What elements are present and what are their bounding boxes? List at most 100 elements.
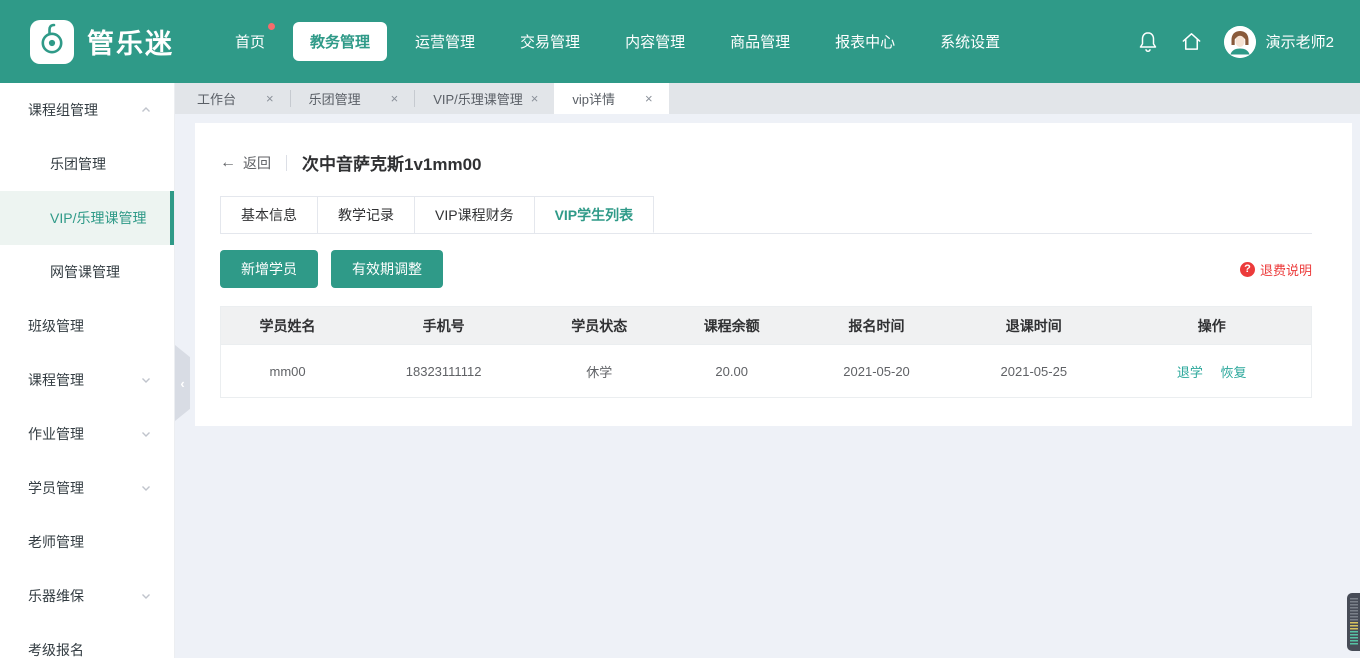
close-icon[interactable]: × (391, 91, 399, 106)
sidebar-item-label: 乐团管理 (50, 154, 106, 174)
back-label: 返回 (243, 153, 271, 173)
table-row: mm00 18323111112 休学 20.00 2021-05-20 202… (221, 345, 1312, 398)
top-header: 管乐迷 首页 教务管理 运营管理 交易管理 内容管理 商品管理 报表中心 系统设… (0, 0, 1360, 83)
cell-actions: 退学 恢复 (1112, 345, 1311, 398)
striptab-vip-detail[interactable]: vip详情 × (554, 83, 668, 114)
table-header-row: 学员姓名 手机号 学员状态 课程余额 报名时间 退课时间 操作 (221, 307, 1312, 345)
nav-item-label: 内容管理 (625, 34, 685, 51)
col-phone: 手机号 (354, 307, 533, 345)
withdraw-link[interactable]: 退学 (1177, 365, 1203, 380)
sidebar-item-orchestra-mgmt[interactable]: 乐团管理 (0, 137, 174, 191)
refund-note-label: 退费说明 (1260, 260, 1312, 279)
chevron-down-icon (140, 590, 152, 602)
user-avatar[interactable] (1224, 26, 1256, 58)
tab-vip-student-list[interactable]: VIP学生列表 (535, 196, 655, 233)
debug-stripes-gray (1350, 598, 1358, 622)
sidebar-item-label: 课程管理 (28, 370, 84, 390)
close-icon[interactable]: × (266, 91, 274, 106)
restore-link[interactable]: 恢复 (1221, 365, 1247, 380)
opened-tabs-strip: 工作台 × 乐团管理 × VIP/乐理课管理 × vip详情 × (175, 83, 1360, 114)
chevron-down-icon (140, 482, 152, 494)
nav-item-transactions[interactable]: 交易管理 (503, 22, 597, 61)
nav-item-products[interactable]: 商品管理 (713, 22, 807, 61)
nav-item-operations[interactable]: 运营管理 (398, 22, 492, 61)
home-icon[interactable] (1180, 30, 1203, 53)
debug-stripes-teal (1350, 631, 1358, 646)
tab-label: 教学记录 (338, 207, 394, 223)
nav-item-label: 运营管理 (415, 34, 475, 51)
debug-console-widget[interactable] (1347, 593, 1360, 651)
col-balance: 课程余额 (665, 307, 797, 345)
sidebar-item-course-group-mgmt[interactable]: 课程组管理 (0, 83, 174, 137)
cell-status: 休学 (533, 345, 665, 398)
back-arrow-icon: ← (220, 155, 236, 171)
sidebar-item-vip-theory-mgmt[interactable]: VIP/乐理课管理 (0, 191, 174, 245)
question-icon: ? (1240, 262, 1255, 277)
username[interactable]: 演示老师2 (1266, 31, 1334, 52)
nav-item-label: 商品管理 (730, 34, 790, 51)
tab-label: VIP课程财务 (435, 207, 514, 223)
cell-phone: 18323111112 (354, 345, 533, 398)
brand-name: 管乐迷 (87, 22, 174, 61)
striptab-vip-theory-mgmt[interactable]: VIP/乐理课管理 × (415, 83, 554, 114)
nav-item-content[interactable]: 内容管理 (608, 22, 702, 61)
instrument-logo-icon (37, 22, 67, 61)
collapse-chevron-icon: ‹ (180, 376, 184, 391)
refund-note-link[interactable]: ? 退费说明 (1240, 260, 1312, 279)
close-icon[interactable]: × (645, 91, 653, 106)
col-quit-date: 退课时间 (955, 307, 1112, 345)
sidebar-item-label: 作业管理 (28, 424, 84, 444)
nav-item-academic[interactable]: 教务管理 (293, 22, 387, 61)
adjust-validity-button[interactable]: 有效期调整 (331, 250, 443, 288)
nav-item-label: 系统设置 (940, 34, 1000, 51)
toolbar: 新增学员 有效期调整 ? 退费说明 (220, 250, 1312, 288)
sidebar-item-label: 乐器维保 (28, 586, 84, 606)
sidebar-item-label: VIP/乐理课管理 (50, 208, 146, 228)
title-divider (286, 155, 287, 171)
nav-item-settings[interactable]: 系统设置 (923, 22, 1017, 61)
tab-basic-info[interactable]: 基本信息 (220, 196, 318, 233)
striptab-orchestra-mgmt[interactable]: 乐团管理 × (291, 83, 415, 114)
page-title: 次中音萨克斯1v1mm00 (302, 150, 482, 175)
nav-item-reports[interactable]: 报表中心 (818, 22, 912, 61)
nav-item-home[interactable]: 首页 (218, 22, 282, 61)
col-actions: 操作 (1112, 307, 1311, 345)
back-button[interactable]: ← 返回 (220, 153, 271, 173)
sidebar-item-course-mgmt[interactable]: 课程管理 (0, 353, 174, 407)
sidebar-item-student-mgmt[interactable]: 学员管理 (0, 461, 174, 515)
tab-teaching-records[interactable]: 教学记录 (318, 196, 415, 233)
col-student-name: 学员姓名 (221, 307, 355, 345)
striptab-label: 乐团管理 (309, 89, 361, 108)
add-student-button[interactable]: 新增学员 (220, 250, 318, 288)
sidebar-item-label: 考级报名 (28, 640, 84, 658)
main-column: 工作台 × 乐团管理 × VIP/乐理课管理 × vip详情 × (175, 83, 1360, 658)
notification-dot (268, 23, 275, 30)
header-right: 演示老师2 (1137, 26, 1334, 58)
sidebar-item-homework-mgmt[interactable]: 作业管理 (0, 407, 174, 461)
sidebar-item-class-mgmt[interactable]: 班级管理 (0, 299, 174, 353)
striptab-workbench[interactable]: 工作台 × (179, 83, 290, 114)
nav-item-label: 交易管理 (520, 34, 580, 51)
chevron-down-icon (140, 428, 152, 440)
debug-stripes-yellow (1350, 622, 1358, 632)
chevron-up-icon (140, 104, 152, 116)
sidebar-item-teacher-mgmt[interactable]: 老师管理 (0, 515, 174, 569)
sidebar-item-instrument-maintenance[interactable]: 乐器维保 (0, 569, 174, 623)
sidebar-item-online-course-mgmt[interactable]: 网管课管理 (0, 245, 174, 299)
cell-balance: 20.00 (665, 345, 797, 398)
sidebar-item-label: 学员管理 (28, 478, 84, 498)
sidebar-collapse-handle[interactable]: ‹ (175, 345, 190, 421)
brand-logo (30, 20, 74, 64)
sidebar-item-label: 课程组管理 (28, 100, 98, 120)
student-table: 学员姓名 手机号 学员状态 课程余额 报名时间 退课时间 操作 mm00 183 (220, 306, 1312, 398)
detail-tabs: 基本信息 教学记录 VIP课程财务 VIP学生列表 (220, 196, 1312, 234)
close-icon[interactable]: × (531, 91, 539, 106)
sidebar-item-label: 老师管理 (28, 532, 84, 552)
detail-card: ← 返回 次中音萨克斯1v1mm00 基本信息 教学记录 VIP课程财务 (195, 123, 1352, 426)
bell-icon[interactable] (1137, 30, 1159, 54)
cell-student-name: mm00 (221, 345, 355, 398)
sidebar-item-label: 网管课管理 (50, 262, 120, 282)
tab-vip-course-finance[interactable]: VIP课程财务 (415, 196, 535, 233)
tab-label: 基本信息 (241, 207, 297, 223)
sidebar-item-exam-registration[interactable]: 考级报名 (0, 623, 174, 658)
